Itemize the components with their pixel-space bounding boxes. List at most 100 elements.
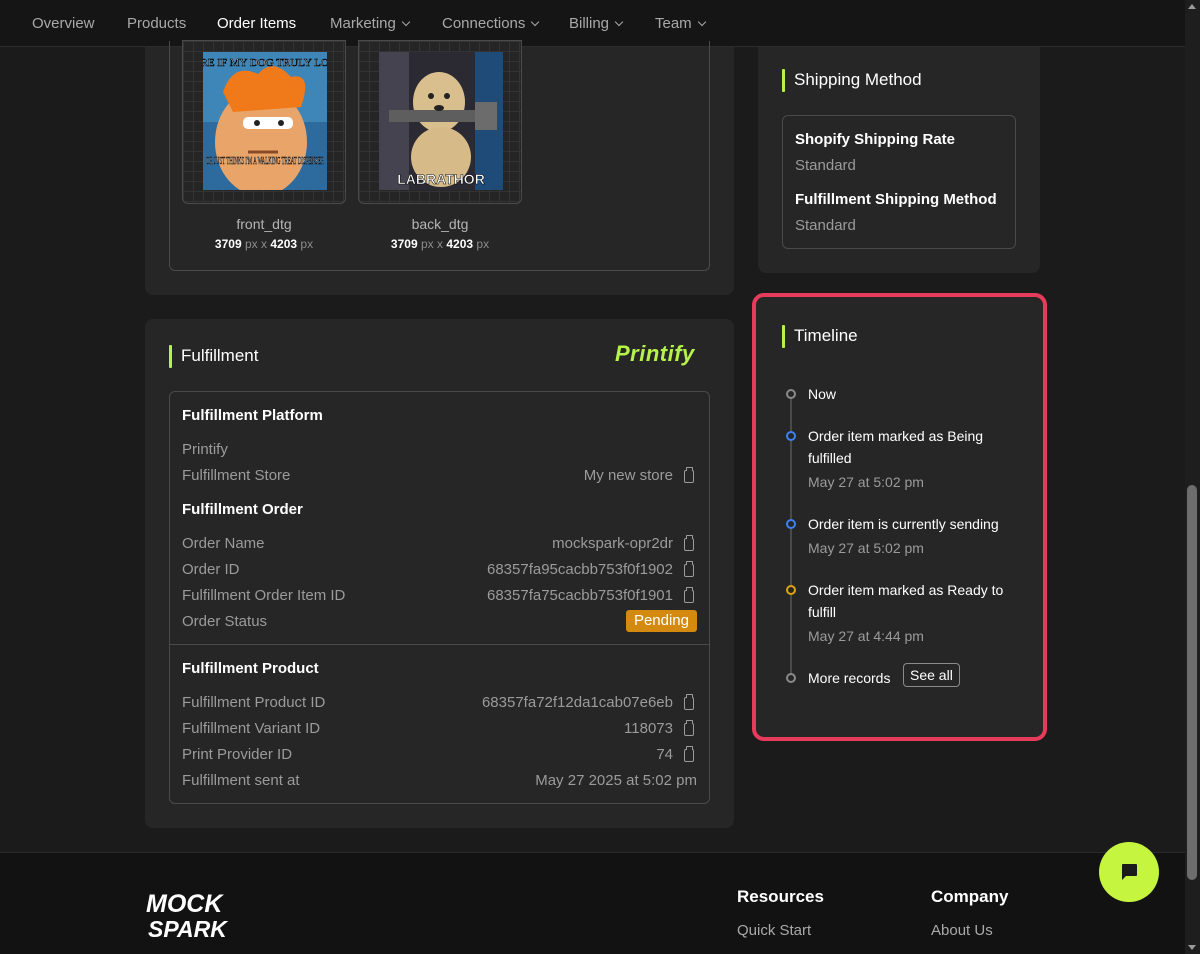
scrollbar-thumb[interactable]	[1187, 485, 1197, 880]
footer-link-quick-start[interactable]: Quick Start	[737, 922, 811, 939]
fulfillment-product-id-value: 68357fa72f12da1cab07e6eb	[481, 694, 673, 711]
status-badge: Pending	[625, 610, 697, 632]
timeline-now: Now	[808, 386, 837, 402]
meme-caption-top: NOT SURE IF MY DOG TRULY LOVES ME	[203, 57, 327, 69]
timeline-title: Timeline	[782, 325, 858, 348]
dim-times: x	[261, 237, 267, 251]
nav-billing[interactable]: Billing	[569, 0, 624, 47]
footer-link-about-us[interactable]: About Us	[931, 922, 993, 939]
copy-icon[interactable]	[684, 535, 694, 551]
copy-icon[interactable]	[684, 694, 694, 710]
fulfillment-card: Fulfillment Printify Fulfillment Platfor…	[145, 319, 734, 828]
design-file-dimensions: 3709 px x 4203 px	[182, 237, 346, 251]
chevron-down-icon	[614, 17, 624, 27]
copy-icon[interactable]	[684, 720, 694, 736]
fulfillment-sent-at-value: May 27 2025 at 5:02 pm	[535, 772, 697, 789]
print-provider-id-value: 74	[656, 746, 673, 763]
order-id-label: Order ID	[182, 561, 240, 578]
logo-line-1: MOCK	[146, 890, 224, 918]
dim-unit: px	[300, 237, 314, 251]
mockspark-logo[interactable]: MOCK SPARK	[144, 885, 250, 943]
chat-button[interactable]	[1099, 842, 1159, 902]
timeline-card: Timeline Now Order item marked as Being …	[752, 293, 1047, 741]
timeline-event-time: May 27 at 5:02 pm	[808, 540, 924, 556]
design-thumbnail-front[interactable]: NOT SURE IF MY DOG TRULY LOVES ME OR JUS…	[182, 40, 346, 204]
copy-icon[interactable]	[684, 561, 694, 577]
shipping-method-card: Shipping Method Shopify Shipping Rate St…	[758, 47, 1040, 273]
top-navigation: Overview Products Order Items Marketing …	[0, 0, 1185, 47]
fulfillment-shipping-method-value: Standard	[795, 217, 856, 234]
fulfillment-platform-heading: Fulfillment Platform	[182, 407, 323, 424]
scroll-down-arrow-icon[interactable]	[1188, 945, 1196, 950]
footer-resources-heading: Resources	[737, 887, 824, 906]
fulfillment-product-heading: Fulfillment Product	[182, 660, 319, 677]
fulfillment-variant-id-label: Fulfillment Variant ID	[182, 720, 321, 737]
fulfillment-product-id-label: Fulfillment Product ID	[182, 694, 326, 711]
fulfillment-order-item-id-label: Fulfillment Order Item ID	[182, 587, 346, 604]
chevron-down-icon	[401, 17, 411, 27]
dim-width: 3709	[390, 237, 418, 251]
timeline-event-text: Order item marked as Being fulfilled	[808, 428, 984, 466]
fulfillment-store-label: Fulfillment Store	[182, 467, 291, 484]
timeline-dot	[786, 519, 796, 529]
design-file-dimensions: 3709 px x 4203 px	[358, 237, 522, 251]
nav-label: Order Items	[217, 15, 297, 32]
shopify-shipping-rate-value: Standard	[795, 157, 856, 174]
dim-unit: px	[420, 237, 434, 251]
design-files-box: NOT SURE IF MY DOG TRULY LOVES ME OR JUS…	[169, 40, 710, 271]
dim-height: 4203	[270, 237, 298, 251]
shipping-method-title: Shipping Method	[782, 69, 922, 92]
nav-label: Team	[655, 15, 692, 32]
meme-caption-bottom: LABRATHOR	[397, 171, 485, 187]
order-name-label: Order Name	[182, 535, 265, 552]
order-name-value: mockspark-opr2dr	[552, 535, 673, 552]
copy-icon[interactable]	[684, 467, 694, 483]
nav-label: Marketing	[330, 15, 396, 32]
dim-height: 4203	[446, 237, 474, 251]
shopify-shipping-rate-label: Shopify Shipping Rate	[795, 131, 955, 148]
nav-label: Billing	[569, 15, 610, 32]
timeline-event-time: May 27 at 5:02 pm	[808, 474, 924, 490]
dim-times: x	[437, 237, 443, 251]
nav-label: Connections	[442, 15, 526, 32]
nav-products[interactable]: Products	[127, 0, 186, 47]
see-all-button[interactable]: See all	[903, 663, 960, 687]
nav-label: Products	[127, 15, 187, 32]
footer: MOCK SPARK Resources Quick Start Company…	[0, 852, 1185, 954]
timeline-dot	[786, 585, 796, 595]
scroll-up-arrow-icon[interactable]	[1188, 4, 1196, 9]
nav-team[interactable]: Team	[655, 0, 706, 47]
dim-unit: px	[244, 237, 258, 251]
print-provider-id-label: Print Provider ID	[182, 746, 293, 763]
copy-icon[interactable]	[684, 746, 694, 762]
footer-company-heading: Company	[931, 887, 1009, 906]
scrollbar[interactable]	[1185, 0, 1200, 954]
design-files-card: NOT SURE IF MY DOG TRULY LOVES ME OR JUS…	[145, 40, 734, 295]
nav-overview[interactable]: Overview	[32, 0, 95, 47]
design-file-name: front_dtg	[236, 216, 292, 232]
fulfillment-order-item-id-value: 68357fa75cacbb753f0f1901	[486, 587, 673, 604]
logo-line-2: SPARK	[148, 916, 228, 942]
fulfillment-details-box: Fulfillment Platform Printify Fulfillmen…	[169, 391, 710, 804]
fulfillment-variant-id-value: 118073	[624, 720, 673, 737]
order-id-value: 68357fa95cacbb753f0f1902	[486, 561, 673, 578]
fulfillment-title: Fulfillment	[169, 345, 258, 368]
timeline-event-text: Order item is currently sending	[808, 516, 999, 532]
dim-width: 3709	[214, 237, 242, 251]
chat-icon	[1122, 864, 1137, 880]
timeline-event-text: Order item marked as Ready to fulfill	[808, 582, 1004, 620]
nav-label: Overview	[32, 15, 95, 32]
meme-image-back: LABRATHOR	[379, 52, 503, 190]
fulfillment-order-heading: Fulfillment Order	[182, 501, 303, 518]
design-thumbnail-back[interactable]: LABRATHOR	[358, 40, 522, 204]
chevron-down-icon	[531, 17, 540, 27]
timeline-more-records: More records	[808, 670, 891, 686]
copy-icon[interactable]	[684, 587, 694, 603]
fulfillment-sent-at-label: Fulfillment sent at	[182, 772, 300, 789]
printify-logo: Printify	[615, 341, 695, 366]
fulfillment-store-value: My new store	[583, 467, 673, 484]
timeline-event-time: May 27 at 4:44 pm	[808, 628, 924, 644]
meme-caption-bottom: OR JUST THINKS I'M A WALKING TREAT DISPE…	[206, 156, 324, 167]
divider	[170, 644, 709, 645]
dim-unit: px	[476, 237, 490, 251]
